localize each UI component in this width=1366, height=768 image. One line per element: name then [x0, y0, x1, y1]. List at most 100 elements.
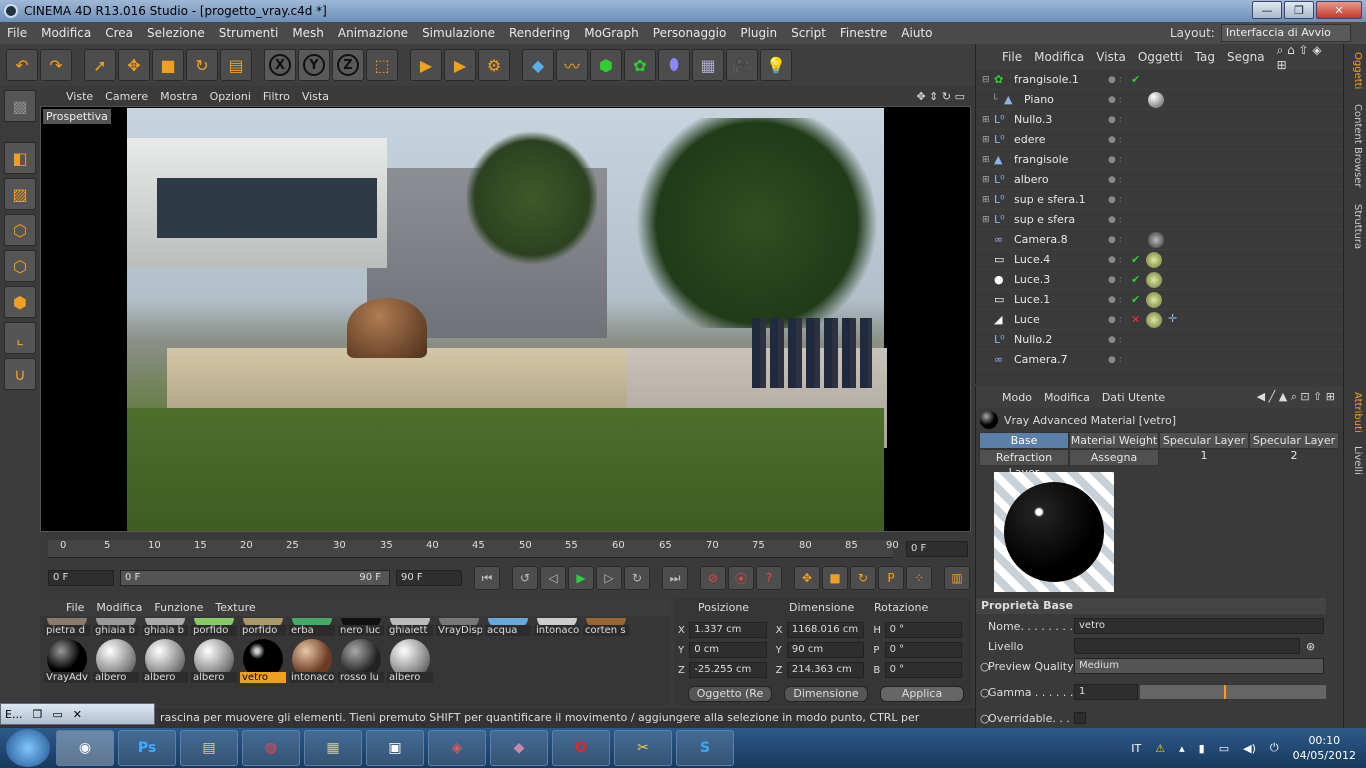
- spline-icon[interactable]: 〰: [556, 49, 588, 81]
- mograph-icon[interactable]: ✿: [624, 49, 656, 81]
- tab-specular-layer-2[interactable]: Specular Layer 2: [1249, 432, 1339, 462]
- object-row[interactable]: ▭ Luce.1 ● : ✔: [976, 290, 1343, 310]
- obj-menu-tag[interactable]: Tag: [1189, 50, 1221, 64]
- deformer-icon[interactable]: ⬮: [658, 49, 690, 81]
- material-swatch[interactable]: VrayDisp: [436, 618, 482, 636]
- object-row[interactable]: ◢ Luce ● : ✕ ✛: [976, 310, 1343, 330]
- workplane-icon[interactable]: ⌞: [4, 322, 36, 354]
- dimension-y-field[interactable]: 90 cm: [786, 642, 865, 658]
- object-row[interactable]: ⊞ ▲ frangisole ● :: [976, 150, 1343, 170]
- viewport-menu-opzioni[interactable]: Opzioni: [204, 90, 257, 103]
- polygons-mode-icon[interactable]: ⬢: [4, 286, 36, 318]
- rotation-p-field[interactable]: 0 °: [884, 642, 962, 658]
- menu-strumenti[interactable]: Strumenti: [212, 26, 286, 40]
- name-field[interactable]: vetro: [1074, 618, 1324, 634]
- material-swatch[interactable]: intonaco: [534, 618, 580, 636]
- object-row[interactable]: ⊞ L⁰ sup e sfera.1 ● :: [976, 190, 1343, 210]
- material-tag-icon[interactable]: [1148, 91, 1164, 108]
- network-icon[interactable]: ▮: [1199, 742, 1205, 755]
- tab-content-browser[interactable]: Content Browser: [1347, 104, 1363, 187]
- render-picture-viewer-icon[interactable]: ▶: [444, 49, 476, 81]
- disabled-x-icon[interactable]: ✕: [1131, 313, 1140, 326]
- menu-simulazione[interactable]: Simulazione: [415, 26, 502, 40]
- maximize-button[interactable]: ❐: [1284, 1, 1314, 19]
- go-to-start-icon[interactable]: ⏮: [474, 566, 500, 590]
- close-icon[interactable]: ✕: [73, 708, 82, 721]
- checkmark-icon[interactable]: ✔: [1131, 273, 1140, 286]
- viewport-menu-viste[interactable]: Viste: [60, 90, 99, 103]
- record-keyframe-icon[interactable]: ⊘: [700, 566, 726, 590]
- material-swatch[interactable]: albero: [142, 639, 188, 683]
- power-icon[interactable]: ⏻: [1270, 741, 1279, 755]
- menu-crea[interactable]: Crea: [98, 26, 140, 40]
- timeline[interactable]: 0 5 10 15 20 25 30 35 40 45 50 55 60 65 …: [40, 536, 971, 560]
- minimized-window[interactable]: E... ❐ ▭ ✕: [0, 703, 155, 725]
- tab-specular-layer-1[interactable]: Specular Layer 1: [1159, 432, 1249, 462]
- overridable-checkbox[interactable]: [1074, 712, 1086, 724]
- object-row[interactable]: ⊞ L⁰ sup e sfera ● :: [976, 210, 1343, 230]
- viewport-menu-mostra[interactable]: Mostra: [154, 90, 204, 103]
- language-indicator[interactable]: IT: [1131, 742, 1141, 755]
- dimension-mode-dropdown[interactable]: Dimensione: [784, 686, 868, 702]
- cinema4d-taskbar-icon[interactable]: ◉: [56, 730, 114, 766]
- attr-menu-modo[interactable]: Modo: [996, 391, 1038, 404]
- apply-button[interactable]: Applica: [880, 686, 964, 702]
- camera-tag-icon[interactable]: [1148, 231, 1164, 248]
- vray-light-tag-icon[interactable]: [1146, 311, 1162, 328]
- points-mode-icon[interactable]: ⬡: [4, 214, 36, 246]
- timeline-ruler[interactable]: 0 5 10 15 20 25 30 35 40 45 50 55 60 65 …: [48, 540, 899, 558]
- dimension-z-field[interactable]: 214.363 cm: [786, 662, 865, 678]
- menu-rendering[interactable]: Rendering: [502, 26, 577, 40]
- maximize-icon[interactable]: ▭: [52, 708, 62, 721]
- key-parameter-icon[interactable]: P: [878, 566, 904, 590]
- minimize-button[interactable]: —: [1252, 1, 1282, 19]
- tab-attributi[interactable]: Attributi: [1347, 392, 1363, 433]
- key-position-icon[interactable]: ✥: [794, 566, 820, 590]
- tab-assegna[interactable]: Assegna: [1069, 449, 1159, 466]
- layout-dropdown[interactable]: Interfaccia di Avvio: [1220, 24, 1351, 42]
- menu-animazione[interactable]: Animazione: [331, 26, 415, 40]
- z-axis-lock-button[interactable]: Z: [332, 49, 364, 81]
- tray-arrow-icon[interactable]: ▴: [1179, 742, 1185, 755]
- generator-icon[interactable]: ⬢: [590, 49, 622, 81]
- object-row[interactable]: ▭ Luce.4 ● : ✔: [976, 250, 1343, 270]
- position-z-field[interactable]: -25.255 cm: [689, 662, 767, 678]
- position-y-field[interactable]: 0 cm: [689, 642, 767, 658]
- dimension-x-field[interactable]: 1168.016 cm: [786, 622, 865, 638]
- previous-frame-icon[interactable]: ◁: [540, 566, 566, 590]
- edges-mode-icon[interactable]: ⬡: [4, 250, 36, 282]
- obj-menu-vista[interactable]: Vista: [1090, 50, 1132, 64]
- viewport-nav-icons[interactable]: ✥ ⇕ ↻ ▭: [910, 90, 971, 103]
- close-button[interactable]: ✕: [1316, 1, 1362, 19]
- battery-icon[interactable]: ▭: [1219, 742, 1229, 755]
- select-arrow-icon[interactable]: ➚: [84, 49, 116, 81]
- gamma-field[interactable]: 1: [1074, 684, 1138, 700]
- checkmark-icon[interactable]: ✔: [1131, 73, 1140, 86]
- material-swatch[interactable]: rosso lu: [338, 639, 384, 683]
- object-row[interactable]: ⊞ L⁰ albero ● :: [976, 170, 1343, 190]
- scale-tool-icon[interactable]: ■: [152, 49, 184, 81]
- current-frame-field[interactable]: 0 F: [906, 541, 968, 557]
- gamma-slider[interactable]: [1140, 685, 1326, 699]
- camera-icon[interactable]: 🎥: [726, 49, 758, 81]
- object-row[interactable]: ∞ Camera.8 ● :: [976, 230, 1343, 250]
- material-swatch[interactable]: albero: [191, 639, 237, 683]
- render-view-icon[interactable]: ▶: [410, 49, 442, 81]
- menu-aiuto[interactable]: Aiuto: [894, 26, 939, 40]
- key-scale-icon[interactable]: ■: [822, 566, 848, 590]
- tab-material-weight[interactable]: Material Weight: [1069, 432, 1159, 449]
- tab-refraction-layer[interactable]: Refraction Layer: [979, 449, 1069, 479]
- model-mode-icon[interactable]: ◧: [4, 142, 36, 174]
- clock[interactable]: 00:10 04/05/2012: [1293, 733, 1356, 763]
- end-frame-field[interactable]: 90 F: [396, 570, 462, 586]
- key-rotation-icon[interactable]: ↻: [850, 566, 876, 590]
- material-swatch[interactable]: ghiaia b: [142, 618, 188, 636]
- obj-menu-segna[interactable]: Segna: [1221, 50, 1271, 64]
- photoshop-taskbar-icon[interactable]: Ps: [118, 730, 176, 766]
- menu-personaggio[interactable]: Personaggio: [646, 26, 734, 40]
- autocad-taskbar-icon[interactable]: ◆: [490, 730, 548, 766]
- menu-mograph[interactable]: MoGraph: [577, 26, 646, 40]
- rotation-h-field[interactable]: 0 °: [884, 622, 962, 638]
- level-picker-icon[interactable]: ⊛: [1306, 640, 1315, 653]
- attr-menu-dati-utente[interactable]: Dati Utente: [1096, 391, 1171, 404]
